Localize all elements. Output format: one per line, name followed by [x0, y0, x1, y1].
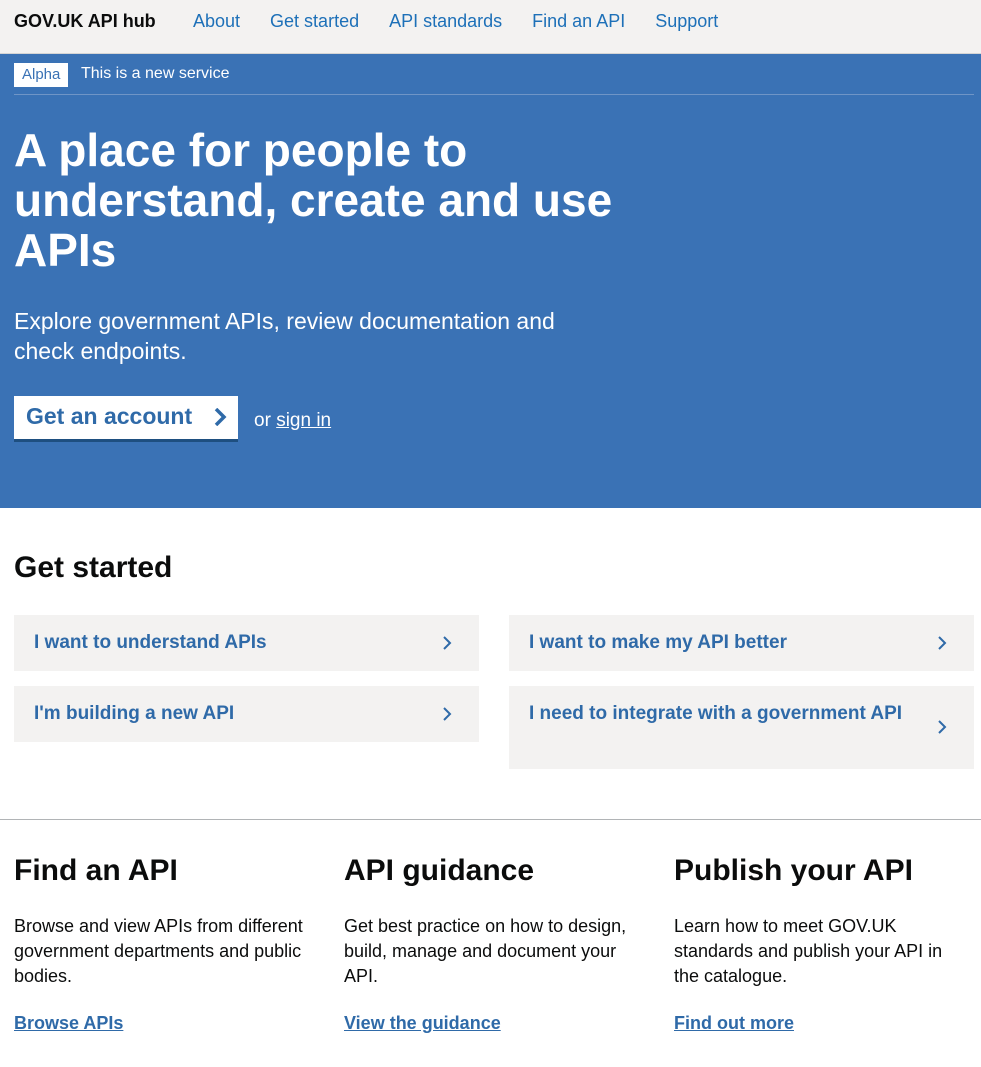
find-out-more-link[interactable]: Find out more	[674, 1013, 794, 1034]
section-divider	[0, 819, 981, 820]
nav-link-find-an-api[interactable]: Find an API	[532, 11, 625, 32]
phase-banner: Alpha This is a new service	[14, 61, 974, 95]
get-an-account-label: Get an account	[26, 403, 193, 429]
card-label: I want to understand APIs	[34, 632, 267, 653]
column-title: Publish your API	[674, 854, 913, 887]
phase-tag: Alpha	[14, 63, 69, 87]
get-an-account-button[interactable]: Get an account	[14, 396, 238, 439]
column-title: Find an API	[14, 854, 178, 887]
column-text: Learn how to meet GOV.UK standards and p…	[674, 916, 943, 986]
main-nav: About Get started API standards Find an …	[193, 11, 748, 32]
browse-apis-link[interactable]: Browse APIs	[14, 1013, 123, 1034]
card-understand-apis[interactable]: I want to understand APIs	[14, 615, 479, 671]
find-an-api-column: Find an API Browse and view APIs from di…	[14, 851, 314, 1033]
publish-api-column: Publish your API Learn how to meet GOV.U…	[674, 851, 969, 1033]
card-label: I'm building a new API	[34, 703, 235, 724]
column-text: Browse and view APIs from different gove…	[14, 916, 303, 986]
nav-link-get-started[interactable]: Get started	[270, 11, 359, 32]
card-building-new-api[interactable]: I'm building a new API	[14, 686, 479, 742]
column-text: Get best practice on how to design, buil…	[344, 916, 627, 986]
card-label: I want to make my API better	[529, 632, 787, 653]
get-started-heading: Get started	[14, 551, 173, 584]
nav-link-support[interactable]: Support	[655, 11, 718, 32]
or-text: or	[254, 410, 271, 431]
card-integrate-government-api[interactable]: I need to integrate with a government AP…	[509, 686, 974, 769]
chevron-right-icon	[938, 636, 947, 650]
nav-link-about[interactable]: About	[193, 11, 240, 32]
column-title: API guidance	[344, 854, 535, 887]
card-make-api-better[interactable]: I want to make my API better	[509, 615, 974, 671]
nav-link-api-standards[interactable]: API standards	[389, 11, 502, 32]
chevron-right-icon	[443, 707, 452, 721]
chevron-right-icon	[938, 720, 947, 734]
hero-title: A place for people to understand, create…	[14, 124, 613, 276]
card-label: I need to integrate with a government AP…	[529, 703, 903, 724]
site-header: GOV.UK API hub About Get started API sta…	[0, 0, 981, 54]
hero-subtitle: Explore government APIs, review document…	[14, 308, 555, 364]
hero-banner: Alpha This is a new service A place for …	[0, 54, 981, 508]
chevron-right-icon	[214, 408, 227, 426]
view-guidance-link[interactable]: View the guidance	[344, 1013, 501, 1034]
phase-text: This is a new service	[81, 65, 230, 82]
api-guidance-column: API guidance Get best practice on how to…	[344, 851, 644, 1033]
site-brand[interactable]: GOV.UK API hub	[14, 11, 156, 32]
sign-in-link[interactable]: sign in	[276, 410, 331, 431]
sign-in-prompt: or sign in	[254, 410, 331, 432]
chevron-right-icon	[443, 636, 452, 650]
